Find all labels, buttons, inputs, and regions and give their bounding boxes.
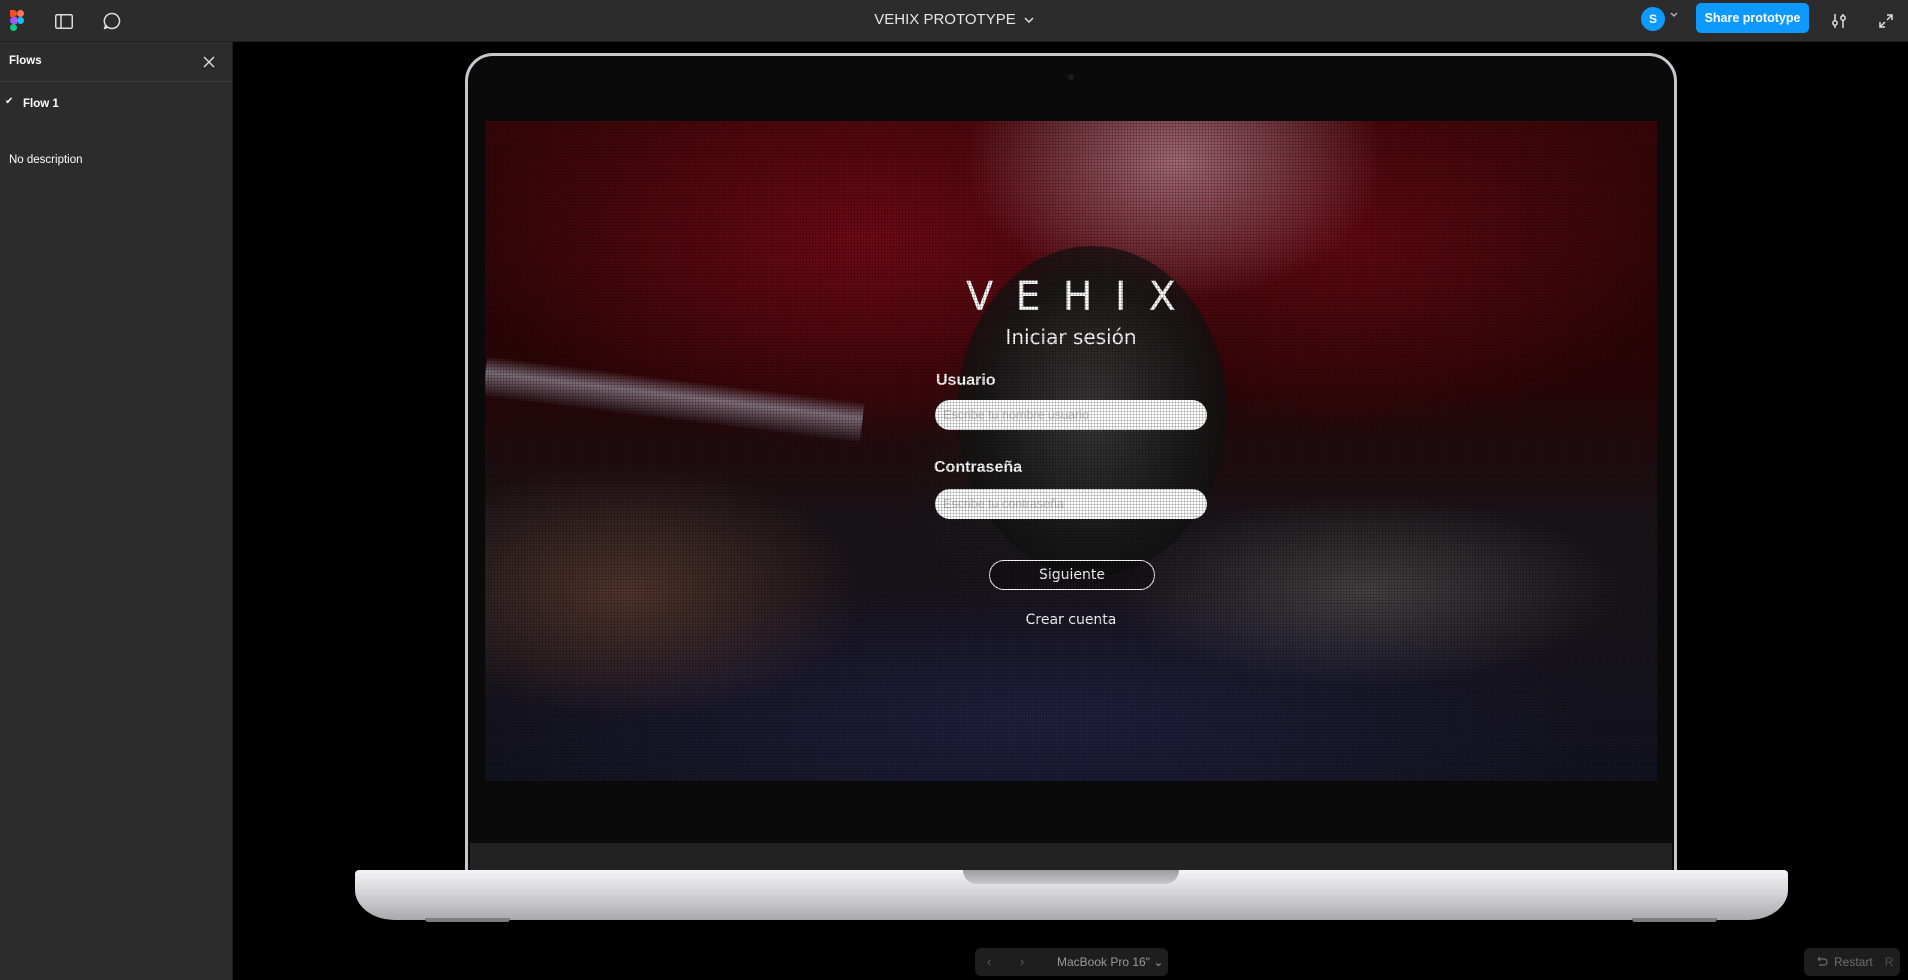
password-label: Contraseña [934,459,1023,476]
prototype-screen: VEHIX Iniciar sesión Usuario Contraseña … [485,121,1657,781]
create-account-link[interactable]: Crear cuenta [485,612,1657,628]
share-prototype-button[interactable]: Share prototype [1696,3,1809,33]
laptop-foot-right [1632,918,1717,922]
previous-frame-icon[interactable]: ‹ [987,954,991,969]
laptop-foot-left [425,918,510,922]
prototype-title: VEHIX PROTOTYPE [874,11,1016,28]
settings-sliders-icon[interactable] [1827,9,1851,33]
laptop-notch [963,870,1179,884]
username-input[interactable] [935,400,1207,430]
next-button[interactable]: Siguiente [989,560,1155,590]
next-frame-icon[interactable]: › [1020,954,1024,969]
flows-panel-header: Flows [0,42,232,82]
flow-item[interactable]: ✔ Flow 1 [0,94,233,116]
expand-icon[interactable] [1874,9,1898,33]
comment-icon[interactable] [100,9,124,33]
avatar-chevron-down-icon[interactable] [1670,12,1678,18]
chevron-down-icon [1024,16,1034,23]
close-icon[interactable] [200,53,218,71]
flow-item-label: Flow 1 [23,98,59,110]
password-input[interactable] [935,489,1207,519]
restart-icon [1817,956,1828,966]
flows-panel: Flows ✔ Flow 1 No description [0,42,233,980]
figma-logo-icon[interactable] [10,10,24,31]
background-car-streak [485,356,865,443]
camera-dot [1068,74,1074,80]
restart-button[interactable]: Restart R [1804,948,1900,976]
brand-logo-text: VEHIX [966,274,1198,320]
flow-description: No description [9,154,83,166]
sidebar-toggle-icon[interactable] [52,9,76,33]
flows-title: Flows [9,55,42,67]
avatar[interactable]: S [1641,7,1665,31]
device-selector[interactable]: MacBook Pro 16" ⌄ [1057,955,1163,969]
device-name: MacBook Pro 16" [1057,955,1150,969]
chevron-down-icon: ⌄ [1153,955,1164,969]
create-account-label[interactable]: Crear cuenta [1026,612,1117,628]
restart-shortcut: R [1884,955,1894,969]
restart-label: Restart [1834,955,1873,969]
check-icon: ✔ [5,96,14,107]
username-label: Usuario [936,372,996,389]
laptop-bezel [470,843,1672,871]
prototype-title-menu[interactable]: VEHIX PROTOTYPE [874,11,1034,28]
login-title: Iniciar sesión [1005,325,1137,349]
top-toolbar: VEHIX PROTOTYPE S Share prototype [0,0,1908,42]
device-controls: ‹ › MacBook Pro 16" ⌄ [975,948,1168,976]
